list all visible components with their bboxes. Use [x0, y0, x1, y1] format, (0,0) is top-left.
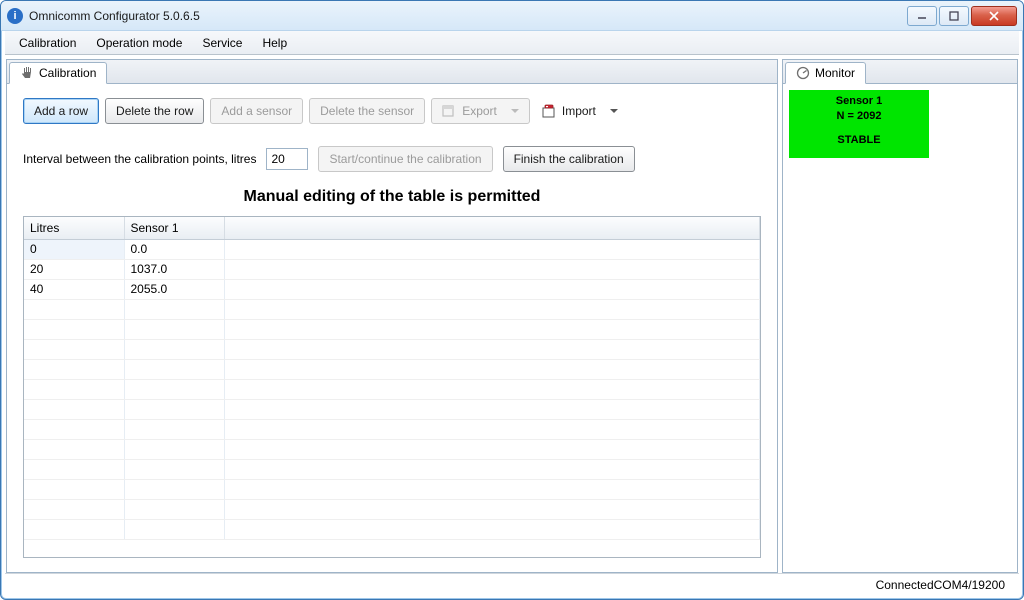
sensor-status: STABLE — [795, 133, 923, 148]
titlebar: i Omnicomm Configurator 5.0.6.5 — [1, 1, 1023, 31]
window-title: Omnicomm Configurator 5.0.6.5 — [29, 9, 905, 23]
finish-label: Finish the calibration — [514, 152, 624, 166]
table-row[interactable] — [24, 499, 760, 519]
chevron-down-icon[interactable] — [610, 109, 618, 113]
table-row[interactable] — [24, 519, 760, 539]
calibration-content: Add a row Delete the row Add a sensor De… — [7, 84, 777, 572]
table-row[interactable]: 0 0.0 — [24, 239, 760, 259]
workarea: Calibration Add a row Delete the row Add… — [1, 55, 1023, 573]
cell-sensor1[interactable]: 2055.0 — [124, 279, 224, 299]
sensor-status-box: Sensor 1 N = 2092 STABLE — [789, 90, 929, 158]
interval-input[interactable] — [266, 148, 308, 170]
tab-calibration[interactable]: Calibration — [9, 62, 107, 84]
minimize-icon — [917, 11, 927, 21]
cell-blank — [224, 259, 760, 279]
add-sensor-button: Add a sensor — [210, 98, 303, 124]
export-label: Export — [462, 104, 497, 118]
table-row[interactable] — [24, 479, 760, 499]
col-sensor1-header[interactable]: Sensor 1 — [124, 217, 224, 239]
add-row-label: Add a row — [34, 104, 88, 118]
table-row[interactable]: 20 1037.0 — [24, 259, 760, 279]
calibration-toolbar: Add a row Delete the row Add a sensor De… — [23, 98, 761, 124]
cell-litres[interactable]: 0 — [24, 239, 124, 259]
close-button[interactable] — [971, 6, 1017, 26]
tab-monitor-label: Monitor — [815, 66, 855, 80]
cell-sensor1[interactable]: 1037.0 — [124, 259, 224, 279]
import-button[interactable]: Import — [536, 98, 624, 124]
interval-label: Interval between the calibration points,… — [23, 152, 256, 166]
cell-litres[interactable]: 20 — [24, 259, 124, 279]
cell-sensor1[interactable]: 0.0 — [124, 239, 224, 259]
add-sensor-label: Add a sensor — [221, 104, 292, 118]
export-icon — [442, 104, 456, 118]
info-icon: i — [7, 8, 23, 24]
cell-blank — [224, 279, 760, 299]
export-button: Export — [431, 98, 530, 124]
start-continue-button: Start/continue the calibration — [318, 146, 492, 172]
col-litres-header[interactable]: Litres — [24, 217, 124, 239]
table-row[interactable] — [24, 419, 760, 439]
menu-help[interactable]: Help — [252, 34, 297, 52]
menu-operation-mode[interactable]: Operation mode — [86, 34, 192, 52]
tab-monitor[interactable]: Monitor — [785, 62, 866, 84]
connection-status: ConnectedCOM4/19200 — [876, 578, 1005, 592]
table-heading: Manual editing of the table is permitted — [23, 188, 761, 206]
tab-calibration-label: Calibration — [39, 66, 96, 80]
table-row[interactable] — [24, 399, 760, 419]
cell-blank — [224, 239, 760, 259]
delete-sensor-button: Delete the sensor — [309, 98, 425, 124]
window-controls — [905, 6, 1017, 26]
statusbar: ConnectedCOM4/19200 — [5, 573, 1019, 595]
close-icon — [988, 10, 1000, 22]
calibration-table-wrap: Litres Sensor 1 0 0.0 — [23, 216, 761, 558]
delete-row-label: Delete the row — [116, 104, 193, 118]
table-row[interactable] — [24, 459, 760, 479]
import-icon — [542, 104, 556, 118]
table-row[interactable] — [24, 359, 760, 379]
menu-service[interactable]: Service — [192, 34, 252, 52]
menu-calibration[interactable]: Calibration — [9, 34, 86, 52]
table-row[interactable] — [24, 299, 760, 319]
calibration-panel: Calibration Add a row Delete the row Add… — [6, 59, 778, 573]
maximize-button[interactable] — [939, 6, 969, 26]
right-tabstrip: Monitor — [783, 60, 1017, 84]
col-blank-header — [224, 217, 760, 239]
sensor-name: Sensor 1 — [795, 94, 923, 109]
delete-row-button[interactable]: Delete the row — [105, 98, 204, 124]
chevron-down-icon — [511, 109, 519, 113]
application-window: i Omnicomm Configurator 5.0.6.5 Calibrat… — [0, 0, 1024, 600]
calibration-table[interactable]: Litres Sensor 1 0 0.0 — [24, 217, 760, 540]
import-label: Import — [562, 104, 596, 118]
table-row[interactable]: 40 2055.0 — [24, 279, 760, 299]
menubar: Calibration Operation mode Service Help — [5, 31, 1019, 55]
sensor-n-value: N = 2092 — [795, 109, 923, 124]
monitor-icon — [796, 66, 810, 80]
start-continue-label: Start/continue the calibration — [329, 152, 481, 166]
maximize-icon — [949, 11, 959, 21]
delete-sensor-label: Delete the sensor — [320, 104, 414, 118]
add-row-button[interactable]: Add a row — [23, 98, 99, 124]
table-row[interactable] — [24, 379, 760, 399]
minimize-button[interactable] — [907, 6, 937, 26]
interval-row: Interval between the calibration points,… — [23, 146, 761, 172]
table-row[interactable] — [24, 339, 760, 359]
left-tabstrip: Calibration — [7, 60, 777, 84]
monitor-content: Sensor 1 N = 2092 STABLE — [783, 84, 1017, 572]
table-row[interactable] — [24, 319, 760, 339]
finish-button[interactable]: Finish the calibration — [503, 146, 635, 172]
hand-icon — [20, 66, 34, 80]
monitor-panel: Monitor Sensor 1 N = 2092 STABLE — [782, 59, 1018, 573]
table-row[interactable] — [24, 439, 760, 459]
cell-litres[interactable]: 40 — [24, 279, 124, 299]
